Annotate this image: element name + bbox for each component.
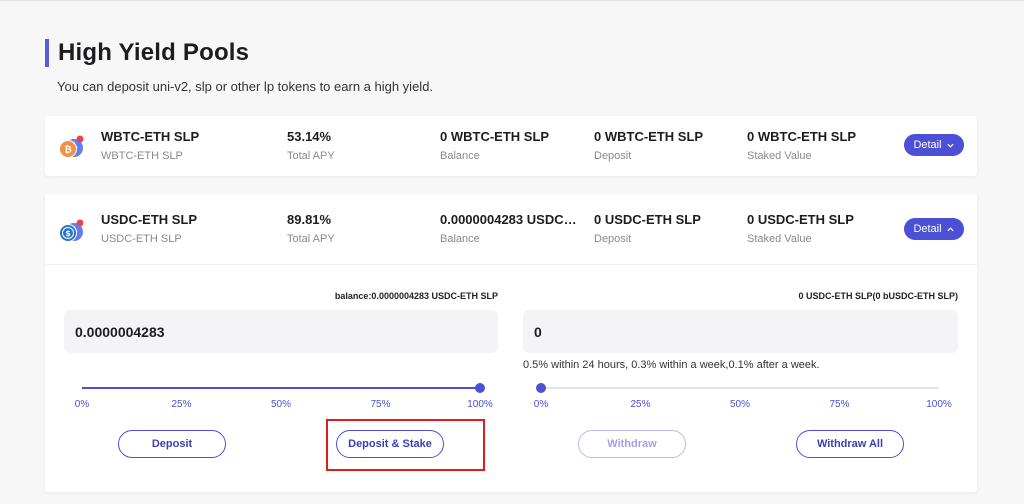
balance-value: 0.0000004283 USDC-ETH SLP bbox=[440, 212, 580, 227]
deposit-cell: 0 WBTC-ETH SLP Deposit bbox=[594, 129, 734, 162]
apy-value: 89.81% bbox=[287, 212, 332, 227]
slider-tick[interactable]: 25% bbox=[171, 399, 191, 410]
svg-text:₿: ₿ bbox=[64, 145, 71, 156]
detail-button[interactable]: Detail bbox=[904, 134, 964, 156]
deposit-balance-label: balance:0.0000004283 USDC-ETH SLP bbox=[334, 291, 498, 301]
slider-tick[interactable]: 100% bbox=[926, 399, 952, 410]
staked-value: 0 USDC-ETH SLP bbox=[747, 212, 854, 227]
pool-card-usdc-eth: $ USDC-ETH SLP USDC-ETH SLP 89.81% Total… bbox=[45, 194, 977, 492]
withdraw-slider-ticks: 0% 25% 50% 75% 100% bbox=[534, 399, 952, 413]
apy-value: 53.14% bbox=[287, 129, 332, 144]
balance-cell: 0.0000004283 USDC-ETH SLP Balance bbox=[440, 212, 580, 245]
slider-tick[interactable]: 100% bbox=[467, 399, 493, 410]
detail-button-label: Detail bbox=[913, 223, 942, 235]
withdraw-amount-input[interactable] bbox=[523, 310, 958, 353]
pool-row: $ USDC-ETH SLP USDC-ETH SLP 89.81% Total… bbox=[45, 194, 977, 264]
chevron-up-icon bbox=[946, 226, 954, 231]
withdraw-fee-note: 0.5% within 24 hours, 0.3% within a week… bbox=[523, 359, 820, 371]
withdraw-button[interactable]: Withdraw bbox=[578, 430, 686, 458]
balance-label: Balance bbox=[440, 233, 480, 245]
deposit-value: 0 WBTC-ETH SLP bbox=[594, 129, 704, 144]
page-title: High Yield Pools bbox=[58, 39, 250, 66]
slider-tick[interactable]: 0% bbox=[534, 399, 548, 410]
deposit-cell: 0 USDC-ETH SLP Deposit bbox=[594, 212, 734, 245]
apy-cell: 89.81% Total APY bbox=[287, 212, 427, 245]
staked-label: Staked Value bbox=[747, 150, 812, 162]
page-subtitle: You can deposit uni-v2, slp or other lp … bbox=[57, 79, 434, 94]
deposit-label: Deposit bbox=[594, 233, 632, 245]
apy-cell: 53.14% Total APY bbox=[287, 129, 427, 162]
deposit-amount-input[interactable] bbox=[64, 310, 498, 353]
slider-tick[interactable]: 25% bbox=[630, 399, 650, 410]
staked-cell: 0 USDC-ETH SLP Staked Value bbox=[747, 212, 887, 245]
wbtc-eth-lp-icon: ₿ bbox=[59, 135, 84, 158]
pool-sub-name: USDC-ETH SLP bbox=[101, 233, 182, 245]
withdraw-balance-label: 0 USDC-ETH SLP(0 bUSDC-ETH SLP) bbox=[798, 291, 958, 301]
withdraw-all-button[interactable]: Withdraw All bbox=[796, 430, 904, 458]
apy-label: Total APY bbox=[287, 150, 335, 162]
chevron-down-icon bbox=[946, 143, 954, 148]
pool-name: USDC-ETH SLP bbox=[101, 212, 198, 227]
usdc-eth-lp-icon: $ bbox=[59, 219, 84, 242]
staked-cell: 0 WBTC-ETH SLP Staked Value bbox=[747, 129, 887, 162]
deposit-label: Deposit bbox=[594, 150, 632, 162]
pool-sub-name: WBTC-ETH SLP bbox=[101, 150, 183, 162]
slider-tick[interactable]: 75% bbox=[370, 399, 390, 410]
detail-button[interactable]: Detail bbox=[904, 218, 964, 240]
deposit-button[interactable]: Deposit bbox=[118, 430, 226, 458]
staked-label: Staked Value bbox=[747, 233, 812, 245]
deposit-slider-handle[interactable] bbox=[475, 383, 485, 393]
svg-text:$: $ bbox=[65, 229, 71, 238]
slider-tick[interactable]: 0% bbox=[75, 399, 89, 410]
balance-value: 0 WBTC-ETH SLP bbox=[440, 129, 550, 144]
pool-name-cell: USDC-ETH SLP USDC-ETH SLP bbox=[101, 212, 271, 245]
slider-tick[interactable]: 50% bbox=[271, 399, 291, 410]
slider-tick[interactable]: 50% bbox=[730, 399, 750, 410]
divider bbox=[45, 264, 977, 265]
pool-name: WBTC-ETH SLP bbox=[101, 129, 200, 144]
staked-value: 0 WBTC-ETH SLP bbox=[747, 129, 857, 144]
page-title-bar: High Yield Pools bbox=[45, 39, 249, 67]
apy-label: Total APY bbox=[287, 233, 335, 245]
deposit-slider-ticks: 0% 25% 50% 75% 100% bbox=[75, 399, 493, 413]
withdraw-slider-handle[interactable] bbox=[536, 383, 546, 393]
detail-button-label: Detail bbox=[913, 139, 942, 151]
balance-label: Balance bbox=[440, 150, 480, 162]
slider-tick[interactable]: 75% bbox=[829, 399, 849, 410]
balance-cell: 0 WBTC-ETH SLP Balance bbox=[440, 129, 580, 162]
deposit-and-stake-button[interactable]: Deposit & Stake bbox=[336, 430, 444, 458]
deposit-slider-fill bbox=[82, 387, 480, 389]
pool-card-wbtc-eth: ₿ WBTC-ETH SLP WBTC-ETH SLP 53.14% Total… bbox=[45, 116, 977, 176]
pool-row: ₿ WBTC-ETH SLP WBTC-ETH SLP 53.14% Total… bbox=[45, 116, 977, 176]
deposit-slider[interactable] bbox=[82, 383, 485, 393]
deposit-value: 0 USDC-ETH SLP bbox=[594, 212, 701, 227]
pool-name-cell: WBTC-ETH SLP WBTC-ETH SLP bbox=[101, 129, 271, 162]
withdraw-slider[interactable] bbox=[536, 383, 939, 393]
